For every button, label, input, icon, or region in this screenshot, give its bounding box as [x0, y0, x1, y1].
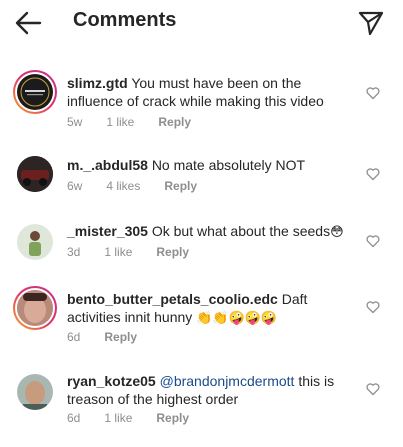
comment-text: m._.abdul58 No mate absolutely NOT	[67, 156, 349, 174]
avatar[interactable]	[13, 70, 57, 114]
comment-item: bento_butter_petals_coolio.edc Daft acti…	[0, 286, 403, 350]
comment-item: m._.abdul58 No mate absolutely NOT 6w 4 l…	[0, 152, 403, 202]
avatar[interactable]	[13, 286, 57, 330]
comment-meta: 6w 4 likes Reply	[67, 179, 221, 193]
avatar[interactable]	[17, 374, 53, 410]
comment-likes[interactable]: 1 like	[104, 245, 132, 259]
comment-time: 3d	[67, 245, 81, 259]
heart-icon[interactable]	[366, 300, 380, 314]
avatar-image	[17, 374, 53, 410]
reply-button[interactable]: Reply	[156, 411, 189, 425]
comment-item: slimz.gtd You must have been on the infl…	[0, 68, 403, 134]
comment-time: 5w	[67, 115, 83, 129]
heart-icon[interactable]	[366, 382, 380, 396]
comment-username[interactable]: ryan_kotze05	[67, 373, 156, 389]
comment-text: slimz.gtd You must have been on the infl…	[67, 74, 349, 110]
comment-username[interactable]: bento_butter_petals_coolio.edc	[67, 291, 278, 307]
comment-time: 6d	[67, 330, 81, 344]
comment-likes[interactable]: 1 like	[106, 115, 134, 129]
comment-item: ryan_kotze05 @brandonjmcdermott this is …	[0, 370, 403, 434]
comment-text: ryan_kotze05 @brandonjmcdermott this is …	[67, 372, 349, 408]
heart-icon[interactable]	[366, 234, 380, 248]
avatar-image	[20, 77, 50, 107]
reply-button[interactable]: Reply	[164, 179, 197, 193]
comment-item: _mister_305 Ok but what about the seeds😳…	[0, 218, 403, 268]
heart-icon[interactable]	[366, 167, 380, 181]
comment-time: 6w	[67, 179, 83, 193]
comment-text: bento_butter_petals_coolio.edc Daft acti…	[67, 290, 349, 328]
reply-button[interactable]: Reply	[156, 245, 189, 259]
comment-time: 6d	[67, 411, 81, 425]
avatar[interactable]	[17, 224, 53, 260]
comment-meta: 6d 1 like Reply	[67, 411, 213, 425]
page-title: Comments	[73, 9, 177, 31]
comment-username[interactable]: _mister_305	[67, 223, 148, 239]
comment-body: No mate absolutely NOT	[151, 157, 306, 173]
avatar[interactable]	[17, 156, 53, 192]
comment-meta: 6d Reply	[67, 330, 161, 344]
comment-text: _mister_305 Ok but what about the seeds😳	[67, 222, 349, 242]
paper-plane-icon[interactable]	[357, 9, 385, 37]
comment-username[interactable]: m._.abdul58	[67, 157, 148, 173]
comment-body: Ok but what about the seeds	[151, 223, 331, 239]
comment-mention[interactable]: @brandonjmcdermott	[160, 373, 295, 389]
reply-button[interactable]: Reply	[104, 330, 137, 344]
comment-likes[interactable]: 1 like	[104, 411, 132, 425]
comment-meta: 3d 1 like Reply	[67, 245, 213, 259]
comment-meta: 5w 1 like Reply	[67, 115, 215, 129]
avatar-image	[17, 290, 53, 326]
avatar-image	[17, 156, 53, 192]
arrow-left-icon[interactable]	[14, 10, 42, 36]
comment-likes[interactable]: 4 likes	[106, 179, 140, 193]
comments-header: Comments	[0, 0, 403, 46]
heart-icon[interactable]	[366, 86, 380, 100]
avatar-image	[17, 224, 53, 260]
reply-button[interactable]: Reply	[158, 115, 191, 129]
comment-emoji: 😳	[330, 225, 344, 240]
comment-username[interactable]: slimz.gtd	[67, 75, 128, 91]
comment-emoji: 👏👏🤪🤪🤪	[196, 311, 278, 326]
